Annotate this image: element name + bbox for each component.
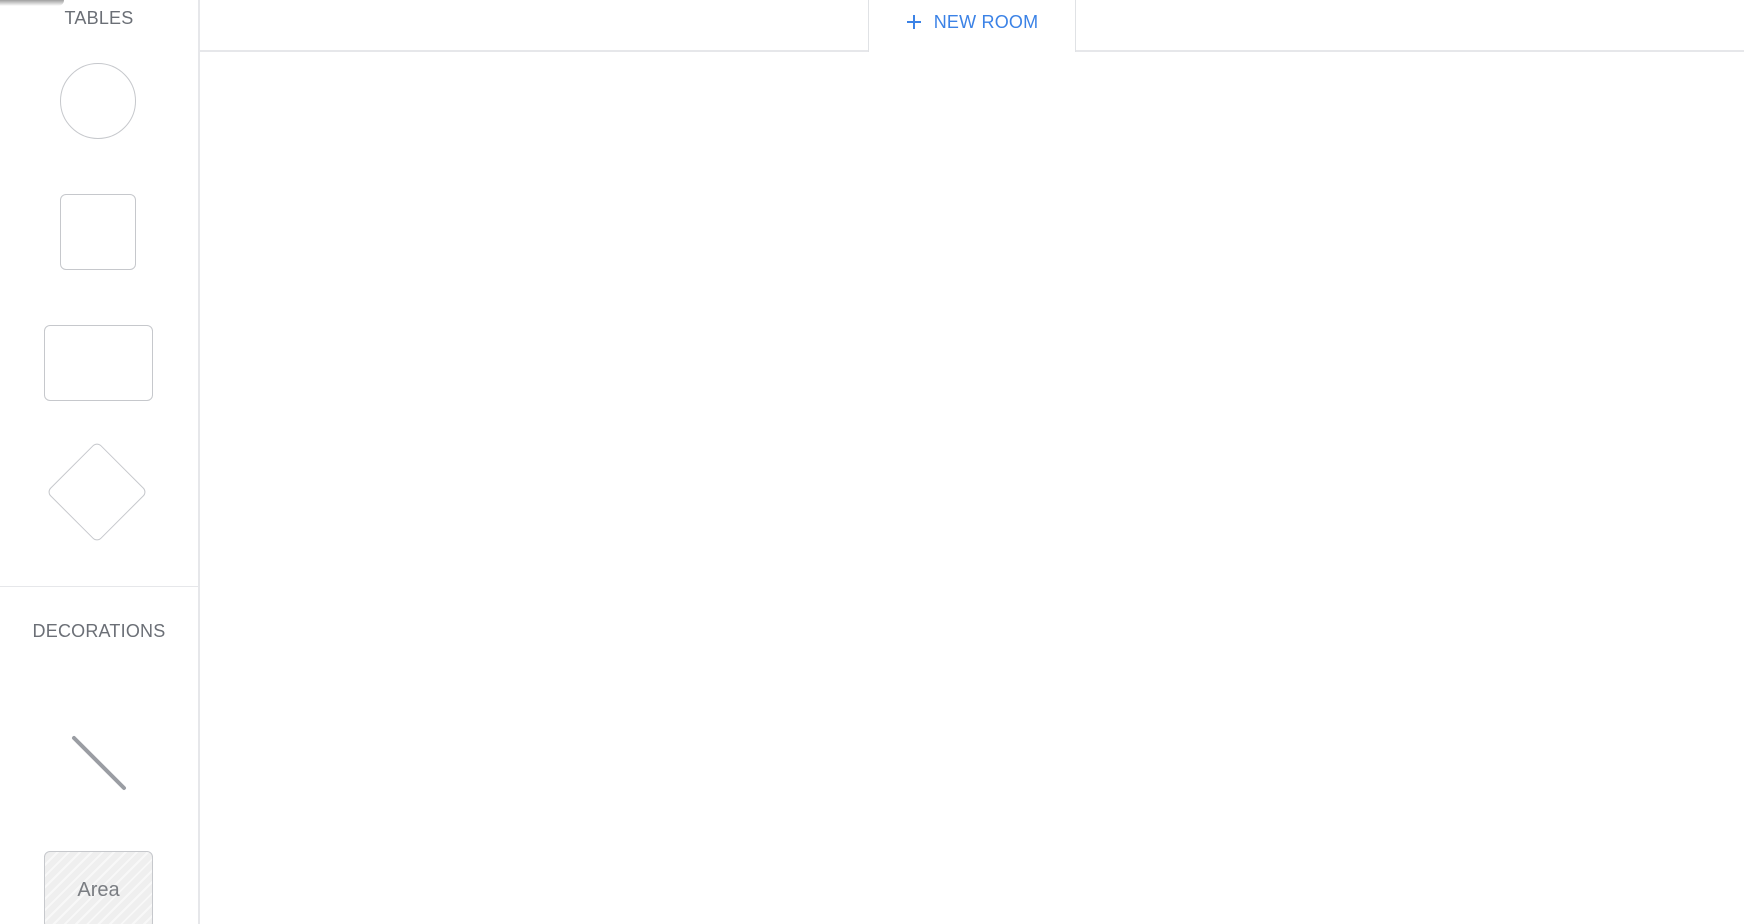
new-room-label: NEW ROOM bbox=[933, 11, 1039, 32]
sidebar: TABLES DECORATIONS Area bbox=[0, 0, 200, 924]
round-table-tool[interactable] bbox=[60, 63, 136, 139]
new-room-button[interactable]: NEW ROOM bbox=[868, 0, 1076, 52]
rectangle-table-tool[interactable] bbox=[44, 325, 153, 401]
tables-section-title: TABLES bbox=[64, 8, 134, 28]
area-label: Area bbox=[77, 878, 120, 901]
square-table-tool[interactable] bbox=[60, 194, 136, 270]
diamond-table-tool[interactable] bbox=[46, 441, 148, 543]
room-tabs-bar: NEW ROOM bbox=[200, 0, 1744, 52]
floor-plan-editor: TABLES DECORATIONS Area NEW ROOM bbox=[0, 0, 1744, 924]
area-decoration-tool[interactable]: Area bbox=[44, 851, 153, 924]
corner-shadow bbox=[0, 0, 64, 6]
line-decoration-tool[interactable] bbox=[66, 732, 130, 796]
decorations-section-title: DECORATIONS bbox=[32, 621, 166, 641]
section-divider bbox=[0, 586, 198, 587]
floor-plan-canvas[interactable] bbox=[200, 52, 1744, 924]
diagonal-line-icon bbox=[72, 736, 126, 790]
plus-icon bbox=[906, 14, 922, 30]
